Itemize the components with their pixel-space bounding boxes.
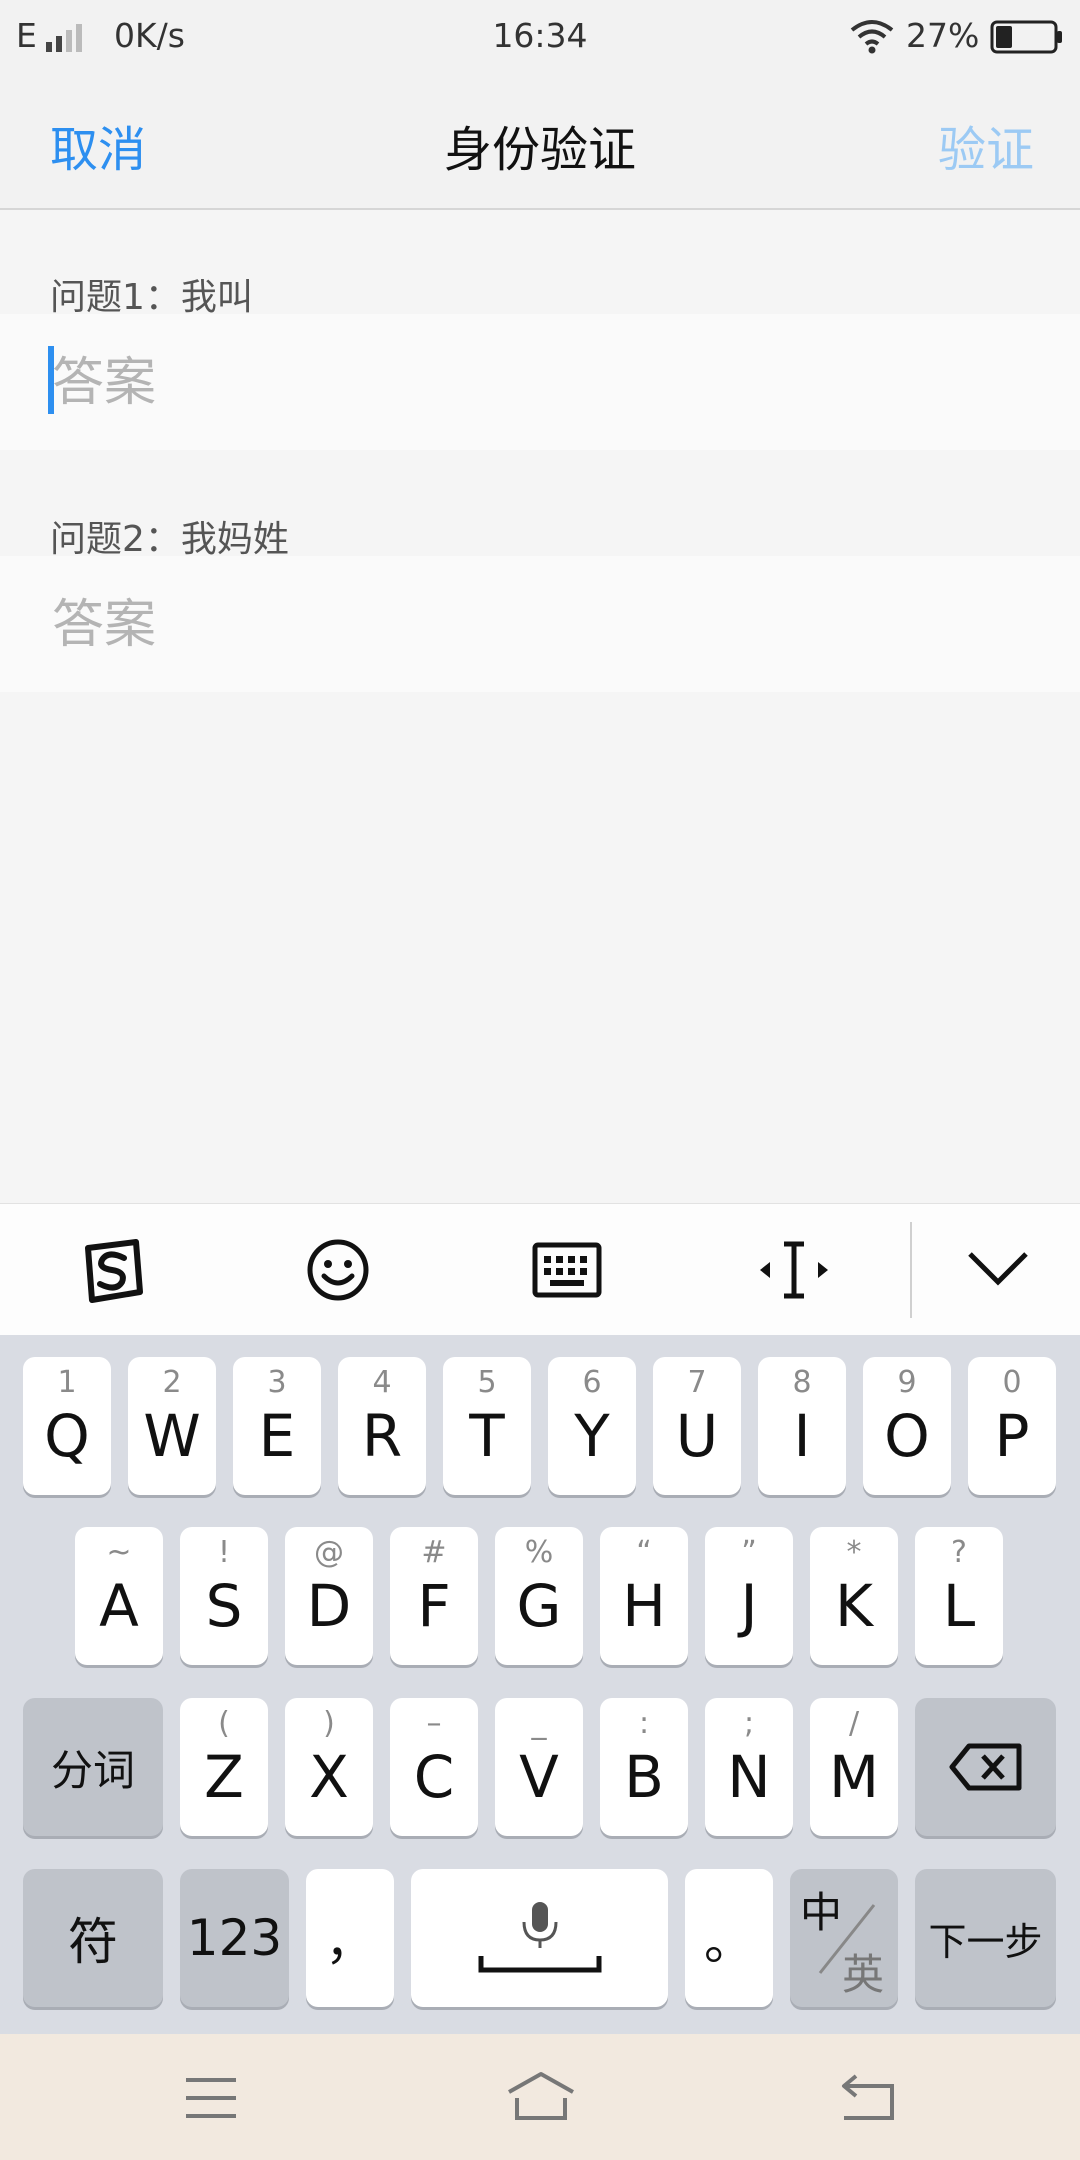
cancel-button[interactable]: 取消 [50,110,146,180]
title-bar: 身份验证 取消 验证 [0,70,1080,210]
key-e[interactable]: 3E [233,1357,321,1495]
wifi-icon [848,18,896,58]
cursor-move-icon[interactable] [756,1240,832,1304]
key-o[interactable]: 9O [863,1357,951,1495]
keyboard-toolbar [0,1203,1080,1336]
toolbar-divider [910,1222,912,1318]
key-l[interactable]: ? L [915,1527,1003,1665]
verify-button[interactable]: 验证 [938,110,1034,180]
emoji-icon[interactable] [306,1238,370,1306]
key-z[interactable]: (Z [180,1698,268,1836]
key-h[interactable]: “H [600,1527,688,1665]
microphone-icon [478,1902,601,1973]
key-c[interactable]: – C [390,1698,478,1836]
answer-2-row [0,556,1080,692]
key-u[interactable]: 7U [653,1357,741,1495]
key-q[interactable]: 1Q [23,1357,111,1495]
key-m[interactable]: / M [810,1698,898,1836]
key-g[interactable]: % G [495,1527,583,1665]
page-title: 身份验证 [443,122,636,178]
backspace-key[interactable] [915,1698,1056,1836]
answer-1-row [0,314,1080,450]
status-bar: E 0K/s 16:34 27% [0,0,1080,70]
keyboard-icon[interactable] [532,1242,602,1302]
backspace-icon [949,1743,1021,1791]
next-step-key[interactable]: 下一步 [915,1869,1056,2007]
symbols-key[interactable]: 符 [23,1869,163,2007]
menu-icon[interactable] [184,2076,238,2124]
home-icon[interactable] [505,2070,577,2126]
answer-1-input[interactable] [50,342,1014,424]
key-n[interactable]: ; N [705,1698,793,1836]
key-x[interactable]: ) X [285,1698,373,1836]
soft-keyboard: 1Q 2W 3E 4R 5T 6Y 7U 8I 9O 0P ~ A ! S @ D #… [0,1335,1080,2034]
key-d[interactable]: @ D [285,1527,373,1665]
sogou-logo-icon[interactable] [78,1236,148,1310]
language-switch-key[interactable]: 中 英 [790,1869,898,2007]
key-a[interactable]: ~ A [75,1527,163,1665]
numbers-key[interactable]: 123 [180,1869,289,2007]
comma-key[interactable]: ， [306,1869,394,2007]
collapse-chevron-icon[interactable] [966,1248,1030,1292]
key-f[interactable]: # F [390,1527,478,1665]
key-p[interactable]: 0P [968,1357,1056,1495]
key-r[interactable]: 4R [338,1357,426,1495]
segment-key[interactable]: 分词 [23,1698,163,1836]
system-navigation-bar [0,2034,1080,2160]
key-w[interactable]: 2W [128,1357,216,1495]
battery-percent: 27% [906,16,980,55]
answer-2-input[interactable] [50,584,1014,666]
key-j[interactable]: ” J [705,1527,793,1665]
key-t[interactable]: 5T [443,1357,531,1495]
question-2-label: 问题2：我妈姓 [50,519,289,560]
key-y[interactable]: 6Y [548,1357,636,1495]
key-k[interactable]: * K [810,1527,898,1665]
back-icon[interactable] [840,2072,898,2126]
key-b[interactable]: :B [600,1698,688,1836]
key-v[interactable]: _ V [495,1698,583,1836]
battery-icon [990,20,1064,58]
key-i[interactable]: 8I [758,1357,846,1495]
space-key[interactable] [411,1869,668,2007]
key-s[interactable]: ! S [180,1527,268,1665]
period-key[interactable]: 。 [685,1869,773,2007]
question-1-label: 问题1：我叫 [50,277,253,318]
